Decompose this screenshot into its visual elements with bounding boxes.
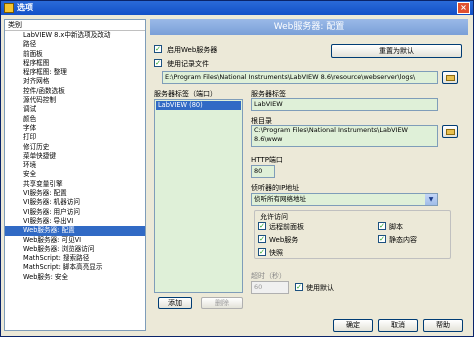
category-item[interactable]: 字体 [5, 124, 145, 133]
allow-web-service-label: Web服务 [269, 236, 299, 244]
port-input[interactable]: 80 [251, 165, 275, 178]
category-item[interactable]: VI服务器: 机器访问 [5, 198, 145, 207]
server-list-item[interactable]: LabVIEW (80) [156, 101, 241, 110]
server-list-label: 服务器标签（端口） [154, 90, 217, 98]
category-items: LabVIEW 8.x中新选项及改动 路径 前面板 程序框图 程序框图: 整理 对齐网格控… [5, 31, 145, 282]
category-item[interactable]: 修订历史 [5, 143, 145, 152]
server-label-input[interactable]: LabVIEW [251, 98, 438, 111]
app-icon [4, 3, 14, 13]
panel-title: Web服务器: 配置 [150, 19, 468, 35]
timeout-title: 超时（秒） [251, 272, 286, 280]
allow-script-checkbox[interactable]: ✓ [378, 222, 386, 230]
use-default-label: 使用默认 [306, 284, 334, 292]
category-item[interactable]: 菜单快捷键 [5, 152, 145, 161]
use-default-checkbox[interactable]: ✓ [295, 283, 303, 291]
title-bar: 选项 × [1, 1, 473, 15]
log-browse-button[interactable] [442, 71, 458, 84]
root-dir-input[interactable]: C:\Program Files\National Instruments\La… [251, 125, 438, 147]
category-item[interactable]: VI服务器: 导出VI [5, 217, 145, 226]
chevron-down-icon: ▼ [425, 194, 437, 205]
use-log-checkbox[interactable]: ✓ [154, 59, 162, 67]
allow-remote-panel-checkbox[interactable]: ✓ [258, 222, 266, 230]
folder-icon [446, 129, 455, 135]
window-title: 选项 [17, 3, 33, 12]
allow-static-checkbox[interactable]: ✓ [378, 235, 386, 243]
category-item[interactable]: 共享变量引擎 [5, 180, 145, 189]
help-button[interactable]: 帮助 [423, 319, 463, 332]
category-item[interactable]: 颜色 [5, 115, 145, 124]
allow-script-label: 脚本 [389, 223, 403, 231]
category-item[interactable]: LabVIEW 8.x中新选项及改动 [5, 31, 145, 40]
category-item[interactable]: 安全 [5, 170, 145, 179]
enable-server-checkbox[interactable]: ✓ [154, 45, 162, 53]
category-item[interactable]: 控件/函数选板 [5, 87, 145, 96]
allow-static-label: 静态内容 [389, 236, 417, 244]
use-log-label: 使用记录文件 [167, 60, 209, 68]
category-item[interactable]: VI服务器: 用户访问 [5, 208, 145, 217]
category-item[interactable]: 路径 [5, 40, 145, 49]
allow-remote-panel-label: 远程前面板 [269, 223, 304, 231]
timeout-input: 60 [251, 281, 289, 294]
cancel-button[interactable]: 取消 [378, 319, 418, 332]
category-item[interactable]: MathScript: 脚本高亮显示 [5, 263, 145, 272]
listen-value: 侦听所有网络地址 [254, 195, 306, 203]
category-list[interactable]: 类别 LabVIEW 8.x中新选项及改动 路径 前面板 程序框图 程序框图: 整理 对齐… [4, 19, 146, 331]
allow-web-service-checkbox[interactable]: ✓ [258, 235, 266, 243]
log-path-input[interactable]: E:\Program Files\National Instruments\La… [162, 71, 438, 84]
options-window: 选项 × 类别 LabVIEW 8.x中新选项及改动 路径 前面板 程序框图 程序框图:… [0, 0, 474, 337]
category-item[interactable]: 调试 [5, 105, 145, 114]
category-item[interactable]: 源代码控制 [5, 96, 145, 105]
category-item[interactable]: 前面板 [5, 50, 145, 59]
add-button[interactable]: 添加 [158, 297, 192, 309]
reset-default-button[interactable]: 重置为默认 [331, 44, 462, 58]
category-item[interactable]: Web服务器: 配置 [5, 226, 145, 236]
allow-snapshot-checkbox[interactable]: ✓ [258, 248, 266, 256]
port-title: HTTP端口 [251, 156, 283, 164]
listen-dropdown[interactable]: 侦听所有网络地址 ▼ [251, 193, 438, 206]
category-item[interactable]: VI服务器: 配置 [5, 189, 145, 198]
close-button[interactable]: × [457, 2, 470, 14]
allow-access-title: 允许访问 [260, 213, 288, 221]
enable-server-label: 启用Web服务器 [167, 46, 218, 54]
allow-snapshot-label: 快照 [269, 249, 283, 257]
root-browse-button[interactable] [442, 125, 458, 138]
category-item[interactable]: 程序框图 [5, 59, 145, 68]
server-list[interactable]: LabVIEW (80) [154, 99, 243, 293]
listen-title: 侦听器的IP地址 [251, 184, 300, 192]
category-item[interactable]: 打印 [5, 133, 145, 142]
ok-button[interactable]: 确定 [333, 319, 373, 332]
folder-icon [446, 75, 455, 81]
category-item[interactable]: 对齐网格 [5, 77, 145, 86]
category-item[interactable]: Web服务器: 可见VI [5, 236, 145, 245]
delete-button[interactable]: 删除 [201, 297, 243, 309]
category-item[interactable]: Web服务器: 浏览器访问 [5, 245, 145, 254]
category-header: 类别 [5, 20, 145, 31]
category-item[interactable]: Web服务: 安全 [5, 273, 145, 282]
